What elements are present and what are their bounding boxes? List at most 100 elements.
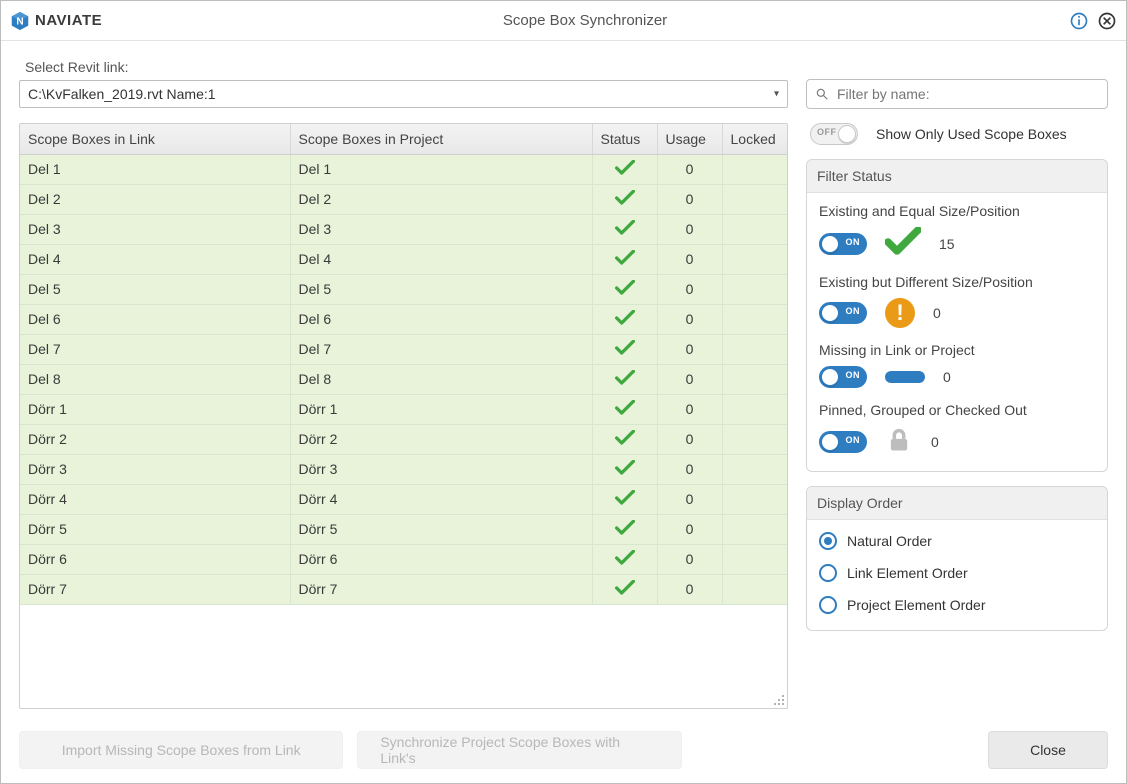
table-row[interactable]: Dörr 1Dörr 10 [20, 394, 787, 424]
filter-pinned-count: 0 [931, 434, 939, 450]
cell-project: Dörr 3 [290, 454, 592, 484]
cell-project: Del 2 [290, 184, 592, 214]
table-row[interactable]: Dörr 6Dörr 6 0 [20, 544, 787, 574]
cell-locked [722, 274, 787, 304]
cell-project: Del 8 [290, 364, 592, 394]
table-row[interactable]: Dörr 3Dörr 30 [20, 454, 787, 484]
cell-link: Del 2 [20, 184, 290, 214]
check-icon [885, 227, 921, 260]
cell-link: Del 3 [20, 214, 290, 244]
table-row[interactable]: Dörr 4Dörr 40 [20, 484, 787, 514]
cell-locked [722, 304, 787, 334]
cell-project: Del 4 [290, 244, 592, 274]
cell-usage: 0 [657, 274, 722, 304]
display-order-panel: Display Order Natural Order Link Element… [806, 486, 1108, 631]
cell-locked [722, 424, 787, 454]
cell-project: Dörr 2 [290, 424, 592, 454]
cell-locked [722, 574, 787, 604]
link-select-value: C:\KvFalken_2019.rvt Name:1 [28, 86, 216, 102]
resize-grip-icon[interactable] [773, 694, 785, 706]
filter-equal-count: 15 [939, 236, 955, 252]
filter-pinned-label: Pinned, Grouped or Checked Out [819, 402, 1095, 418]
radio-link-label: Link Element Order [847, 565, 968, 581]
info-icon[interactable] [1068, 10, 1090, 32]
cell-status-check-icon [592, 184, 657, 214]
table-row[interactable]: Del 4Del 40 [20, 244, 787, 274]
bar-icon [885, 371, 925, 383]
filter-diff-toggle[interactable]: ON [819, 302, 867, 324]
filter-missing-toggle[interactable]: ON [819, 366, 867, 388]
table-row[interactable]: Dörr 5Dörr 5 0 [20, 514, 787, 544]
cell-link: Del 8 [20, 364, 290, 394]
cell-project: Del 6 [290, 304, 592, 334]
cell-status-check-icon [592, 334, 657, 364]
close-icon[interactable] [1096, 10, 1118, 32]
dialog-window: N NAVIATE Scope Box Synchronizer Select … [0, 0, 1127, 784]
filter-input-field[interactable] [835, 85, 1099, 103]
scope-boxes-table: Scope Boxes in Link Scope Boxes in Proje… [19, 123, 788, 709]
radio-project-order[interactable]: Project Element Order [819, 594, 1095, 616]
cell-status-check-icon [592, 544, 657, 574]
col-header-locked[interactable]: Locked [722, 124, 787, 154]
filter-by-name-input[interactable] [806, 79, 1108, 109]
filter-diff-count: 0 [933, 305, 941, 321]
cell-link: Dörr 5 [20, 514, 290, 544]
chevron-down-icon: ▾ [774, 89, 779, 100]
link-select-label: Select Revit link: [25, 59, 1108, 75]
cell-locked [722, 364, 787, 394]
radio-link-order[interactable]: Link Element Order [819, 562, 1095, 584]
cell-locked [722, 184, 787, 214]
table-row[interactable]: Del 5Del 50 [20, 274, 787, 304]
cell-project: Dörr 1 [290, 394, 592, 424]
table-row[interactable]: Del 7Del 70 [20, 334, 787, 364]
table-row[interactable]: Del 3Del 30 [20, 214, 787, 244]
cell-locked [722, 514, 787, 544]
brand-logo: N NAVIATE [9, 10, 102, 32]
cell-link: Dörr 2 [20, 424, 290, 454]
cell-link: Dörr 6 [20, 544, 290, 574]
table-row[interactable]: Del 2Del 2 0 [20, 184, 787, 214]
cell-usage: 0 [657, 154, 722, 184]
cell-locked [722, 244, 787, 274]
col-header-link[interactable]: Scope Boxes in Link [20, 124, 290, 154]
warning-icon: ! [885, 298, 915, 328]
close-button[interactable]: Close [988, 731, 1108, 769]
cell-link: Dörr 7 [20, 574, 290, 604]
show-only-used-toggle[interactable]: OFF [810, 123, 858, 145]
lock-icon [885, 426, 913, 457]
filter-status-header: Filter Status [807, 160, 1107, 193]
display-order-header: Display Order [807, 487, 1107, 520]
cell-link: Dörr 3 [20, 454, 290, 484]
cell-usage: 0 [657, 334, 722, 364]
table-row[interactable]: Del 6Del 60 [20, 304, 787, 334]
cell-status-check-icon [592, 244, 657, 274]
filter-equal-label: Existing and Equal Size/Position [819, 203, 1095, 219]
cell-usage: 0 [657, 544, 722, 574]
cell-usage: 0 [657, 514, 722, 544]
cell-usage: 0 [657, 244, 722, 274]
table-row[interactable]: Dörr 7Dörr 70 [20, 574, 787, 604]
cell-locked [722, 394, 787, 424]
col-header-project[interactable]: Scope Boxes in Project [290, 124, 592, 154]
svg-text:N: N [16, 16, 23, 27]
cell-locked [722, 454, 787, 484]
table-row[interactable]: Del 1Del 10 [20, 154, 787, 184]
filter-equal-toggle[interactable]: ON [819, 233, 867, 255]
filter-pinned-toggle[interactable]: ON [819, 431, 867, 453]
cell-project: Dörr 6 [290, 544, 592, 574]
cell-usage: 0 [657, 184, 722, 214]
cell-usage: 0 [657, 214, 722, 244]
col-header-status[interactable]: Status [592, 124, 657, 154]
filter-diff-label: Existing but Different Size/Position [819, 274, 1095, 290]
cell-locked [722, 334, 787, 364]
table-row[interactable]: Del 8Del 80 [20, 364, 787, 394]
table-row[interactable]: Dörr 2Dörr 20 [20, 424, 787, 454]
cell-project: Dörr 4 [290, 484, 592, 514]
cell-project: Del 7 [290, 334, 592, 364]
link-select-dropdown[interactable]: C:\KvFalken_2019.rvt Name:1 ▾ [19, 80, 788, 108]
radio-natural-order[interactable]: Natural Order [819, 530, 1095, 552]
cell-project: Dörr 5 [290, 514, 592, 544]
col-header-usage[interactable]: Usage [657, 124, 722, 154]
cell-locked [722, 484, 787, 514]
brand-text: NAVIATE [35, 12, 102, 29]
